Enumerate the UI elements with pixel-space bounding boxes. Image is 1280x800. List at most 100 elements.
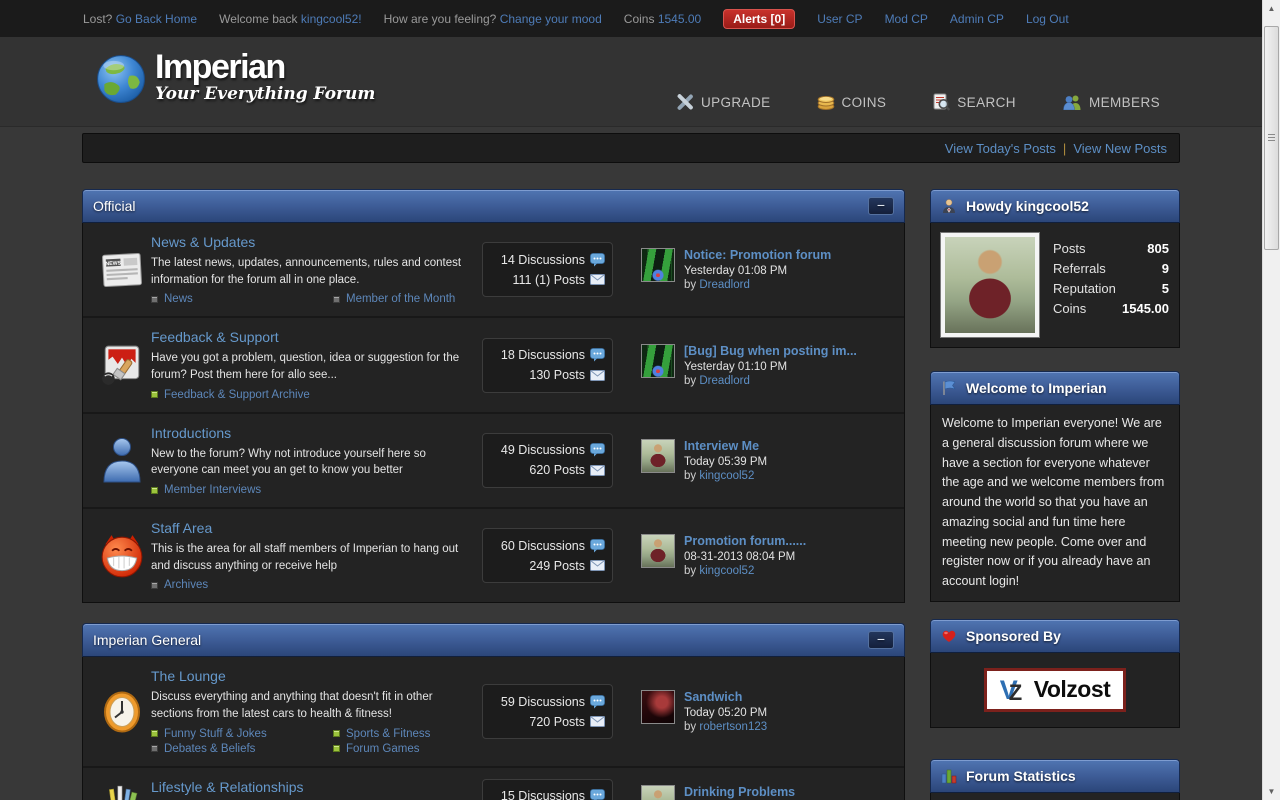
nav-search-label[interactable]: SEARCH xyxy=(957,95,1016,110)
collapse-button[interactable]: − xyxy=(868,197,894,215)
scroll-up-icon[interactable]: ▲ xyxy=(1263,0,1280,17)
mod-cp-link[interactable]: Mod CP xyxy=(885,12,928,26)
subforum-label[interactable]: Forum Games xyxy=(346,743,420,755)
last-post-user-link[interactable]: Dreadlord xyxy=(699,375,750,387)
top-user-bar: Lost? Go Back Home Welcome back kingcool… xyxy=(0,0,1280,37)
welcome-group: Welcome back kingcool52! xyxy=(219,12,362,26)
subforum-label[interactable]: News xyxy=(164,293,193,305)
nav-upgrade[interactable]: UPGRADE xyxy=(676,93,771,111)
last-post-avatar[interactable] xyxy=(641,248,675,282)
subforum-link[interactable]: Member of the Month xyxy=(333,293,505,305)
profile-stats: Posts805 Referrals9 Reputation5 Coins154… xyxy=(1053,233,1169,337)
forum-title-link[interactable]: Staff Area xyxy=(151,520,212,536)
last-post-avatar[interactable] xyxy=(641,690,675,724)
forum-title-link[interactable]: Introductions xyxy=(151,425,231,441)
forum-title-link[interactable]: Feedback & Support xyxy=(151,329,279,345)
stat-value: 5 xyxy=(1162,281,1169,296)
alerts-button[interactable]: Alerts [0] xyxy=(723,9,795,29)
go-back-home-link[interactable]: Go Back Home xyxy=(116,12,197,26)
change-mood-link[interactable]: Change your mood xyxy=(500,12,602,26)
toolbar-separator: | xyxy=(1063,141,1066,156)
nav-coins-label[interactable]: COINS xyxy=(842,95,887,110)
user-cp-link[interactable]: User CP xyxy=(817,12,862,26)
forum-description: This is the area for all staff members o… xyxy=(151,541,468,574)
profile-panel-title: Howdy kingcool52 xyxy=(966,198,1089,214)
last-post-avatar[interactable] xyxy=(641,439,675,473)
subforum-link[interactable]: Funny Stuff & Jokes xyxy=(151,728,323,740)
stat-label: Referrals xyxy=(1053,261,1106,276)
profile-avatar[interactable] xyxy=(941,233,1039,337)
nav-members-label[interactable]: MEMBERS xyxy=(1089,95,1160,110)
subforum-label[interactable]: Funny Stuff & Jokes xyxy=(164,728,267,740)
last-post-cell: Interview Me Today 05:39 PM by kingcool5… xyxy=(641,439,894,482)
subforum-label[interactable]: Feedback & Support Archive xyxy=(164,389,310,401)
discussions-count: 59 Discussions xyxy=(501,695,585,709)
forum-statistics-title: Forum Statistics xyxy=(966,768,1076,784)
last-post-title-link[interactable]: [Bug] Bug when posting im... xyxy=(684,344,857,358)
subforum-link[interactable]: Sports & Fitness xyxy=(333,728,505,740)
last-post-title-link[interactable]: Interview Me xyxy=(684,439,767,453)
subforum-label[interactable]: Member of the Month xyxy=(346,293,455,305)
log-out-link[interactable]: Log Out xyxy=(1026,12,1069,26)
posts-envelope-icon xyxy=(590,716,605,727)
site-tagline: Your Everything Forum xyxy=(155,84,375,104)
site-logo[interactable]: Imperian Your Everything Forum xyxy=(95,51,375,104)
by-label: by xyxy=(684,375,696,387)
last-post-avatar[interactable] xyxy=(641,344,675,378)
nav-upgrade-label[interactable]: UPGRADE xyxy=(701,95,771,110)
scroll-down-icon[interactable]: ▼ xyxy=(1263,783,1280,800)
username-link[interactable]: kingcool52! xyxy=(301,12,362,26)
nav-coins[interactable]: COINS xyxy=(817,93,887,111)
nav-members[interactable]: MEMBERS xyxy=(1062,93,1160,111)
lost-label: Lost? xyxy=(83,12,112,26)
last-post-cell: [Bug] Bug when posting im... Yesterday 0… xyxy=(641,344,894,387)
user-icon xyxy=(941,198,957,214)
subforum-label[interactable]: Member Interviews xyxy=(164,484,261,496)
last-post-title-link[interactable]: Sandwich xyxy=(684,690,767,704)
forum-description: Have you got a problem, question, idea o… xyxy=(151,350,468,383)
last-post-avatar[interactable] xyxy=(641,534,675,568)
subforum-link[interactable]: Feedback & Support Archive xyxy=(151,389,323,401)
members-icon xyxy=(1062,94,1082,110)
last-post-user-link[interactable]: kingcool52 xyxy=(699,565,754,577)
coins-value-link[interactable]: 1545.00 xyxy=(658,12,701,26)
scrollbar-thumb[interactable] xyxy=(1264,26,1279,250)
last-post-user-link[interactable]: Dreadlord xyxy=(699,279,750,291)
subforum-marker-icon xyxy=(151,487,158,494)
nav-search[interactable]: SEARCH xyxy=(932,93,1016,111)
subforum-link[interactable]: Forum Games xyxy=(333,743,505,755)
subforum-label[interactable]: Sports & Fitness xyxy=(346,728,430,740)
last-post-user-link[interactable]: kingcool52 xyxy=(699,470,754,482)
view-todays-posts-link[interactable]: View Today's Posts xyxy=(945,141,1056,156)
discussions-count: 18 Discussions xyxy=(501,348,585,362)
last-post-user-link[interactable]: robertson123 xyxy=(699,721,767,733)
subforum-link[interactable]: Member Interviews xyxy=(151,484,323,496)
forum-stats-box: 59 Discussions 720 Posts xyxy=(482,684,613,739)
subforum-label[interactable]: Archives xyxy=(164,579,208,591)
last-post-title-link[interactable]: Promotion forum...... xyxy=(684,534,806,548)
svg-text:NEWS: NEWS xyxy=(105,260,121,267)
last-post-title-link[interactable]: Drinking Problems xyxy=(684,785,795,799)
last-post-cell: Drinking Problems 09-02-2013 02:20 PM by… xyxy=(641,785,894,800)
forum-title-link[interactable]: News & Updates xyxy=(151,234,255,250)
search-icon xyxy=(932,93,950,111)
sponsor-logo[interactable]: VZ Volzost xyxy=(984,668,1126,712)
newspaper-icon: NEWS xyxy=(93,249,151,291)
subforum-link[interactable]: News xyxy=(151,293,323,305)
view-new-posts-link[interactable]: View New Posts xyxy=(1073,141,1167,156)
subforum-link[interactable]: Debates & Beliefs xyxy=(151,743,323,755)
last-post-title-link[interactable]: Notice: Promotion forum xyxy=(684,248,831,262)
tools-icon xyxy=(676,93,694,111)
forum-title-link[interactable]: The Lounge xyxy=(151,668,226,684)
subforum-link[interactable]: Archives xyxy=(151,579,323,591)
subforum-label[interactable]: Debates & Beliefs xyxy=(164,743,255,755)
profile-stat-row: Coins1545.00 xyxy=(1053,301,1169,316)
subforum-marker-icon xyxy=(333,296,340,303)
forum-description: Discuss everything and anything that doe… xyxy=(151,689,468,722)
admin-cp-link[interactable]: Admin CP xyxy=(950,12,1004,26)
forum-title-link[interactable]: Lifestyle & Relationships xyxy=(151,779,304,795)
last-post-avatar[interactable] xyxy=(641,785,675,800)
collapse-button[interactable]: − xyxy=(868,631,894,649)
coins-icon xyxy=(817,94,835,110)
vertical-scrollbar[interactable]: ▲ ▼ xyxy=(1262,0,1280,800)
